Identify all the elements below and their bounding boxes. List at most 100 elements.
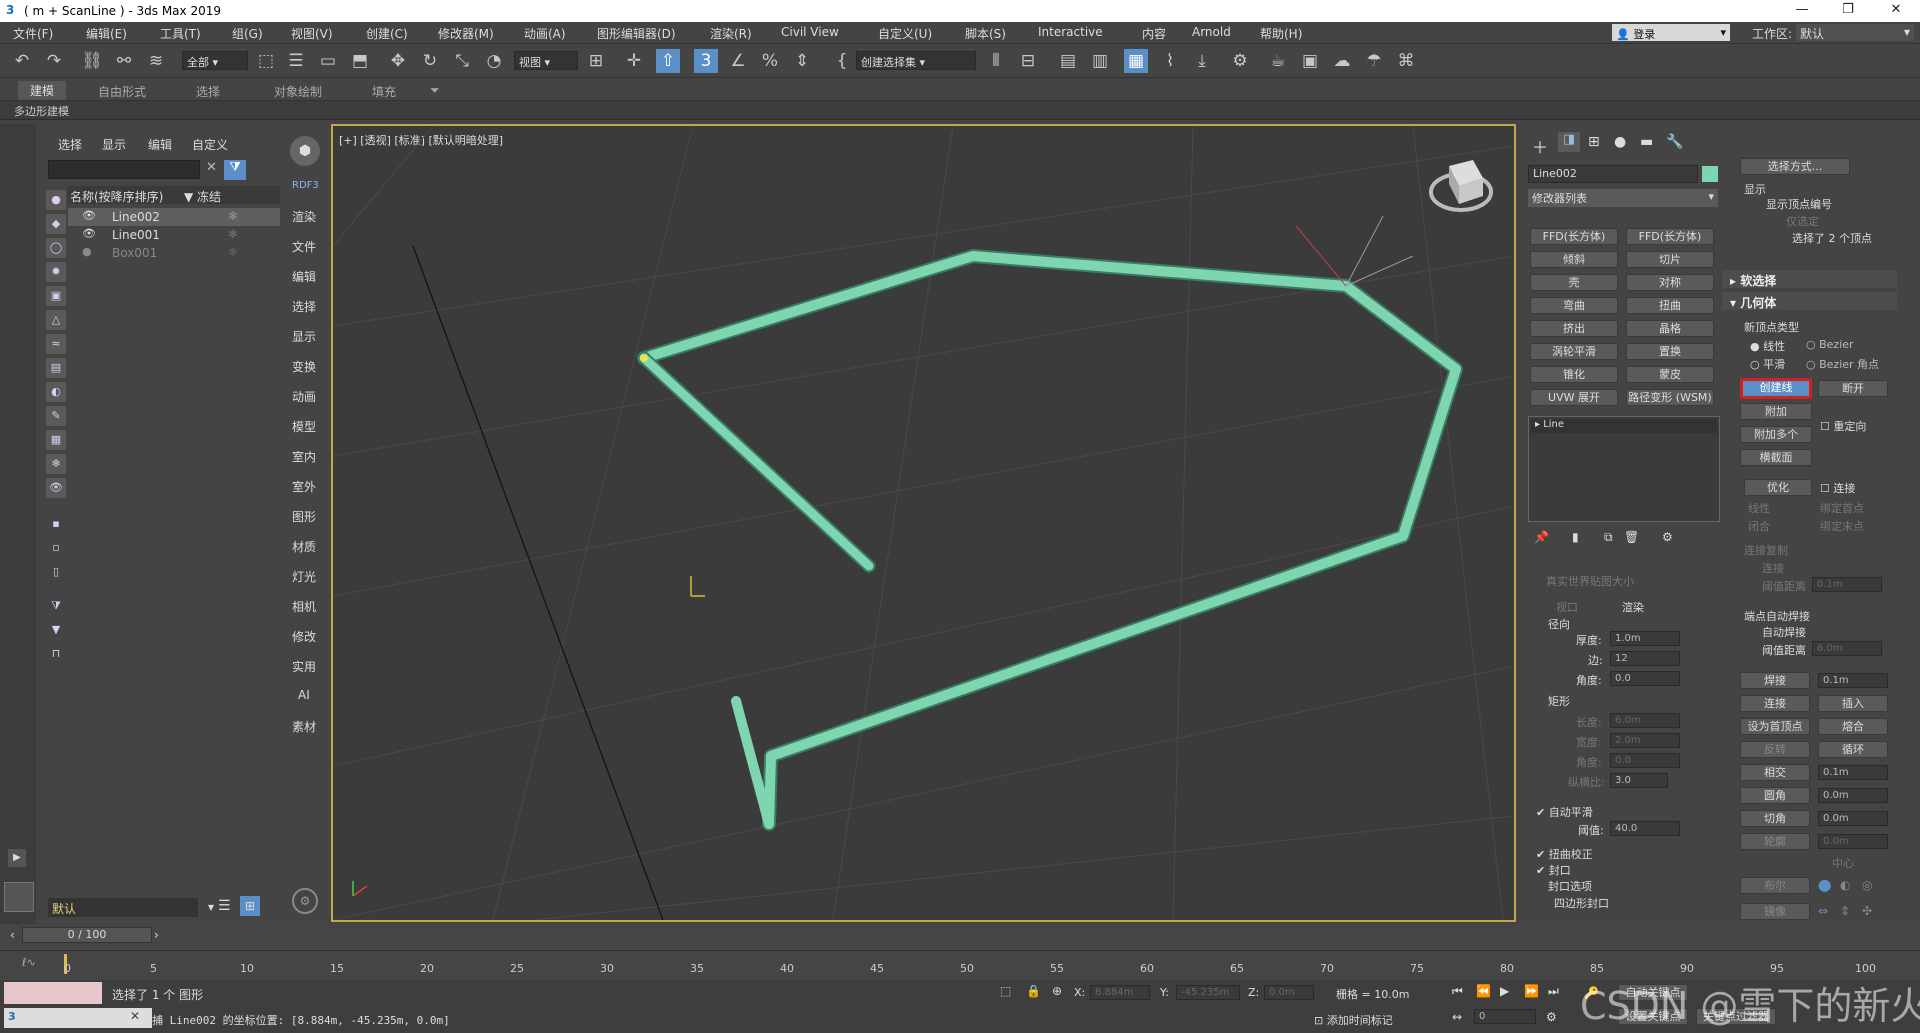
mirror-vertical-icon[interactable]: ⇕ xyxy=(1840,904,1850,918)
skin-button[interactable]: 蒙皮 xyxy=(1626,366,1714,383)
bind-first-checkbox[interactable]: 绑定首点 xyxy=(1820,500,1864,516)
cmd-material[interactable]: 材质 xyxy=(292,538,316,555)
rect-select-icon[interactable]: ▭ xyxy=(316,49,340,73)
layer-icon[interactable]: ▪ xyxy=(46,514,66,534)
ffd-box-button-1[interactable]: FFD(长方体) xyxy=(1530,228,1618,245)
cap-checkbox[interactable]: ✔ 封口 xyxy=(1536,862,1571,878)
absolute-mode-icon[interactable]: ⊕ xyxy=(1052,984,1062,998)
menu-animation[interactable]: 动画(A) xyxy=(524,25,566,42)
restore-icon[interactable]: ❐ xyxy=(1836,2,1860,17)
menu-civil-view[interactable]: Civil View xyxy=(781,25,839,39)
smooth-radio[interactable]: ○ 平滑 xyxy=(1750,356,1785,372)
layer-explorer-icon[interactable]: ▤ xyxy=(1056,49,1080,73)
chamfer-input[interactable]: 0.0m xyxy=(1818,811,1888,826)
curve-editor-toggle-icon[interactable]: ℓ∿ xyxy=(22,956,36,969)
attach-multiple-button[interactable]: 附加多个 xyxy=(1740,426,1812,443)
eye-icon[interactable]: 👁 xyxy=(82,209,96,222)
rendered-frame-icon[interactable]: ☕ xyxy=(1266,49,1290,73)
angle-snap-icon[interactable]: ∠ xyxy=(726,49,750,73)
add-time-tag[interactable]: ⊡ 添加时间标记 xyxy=(1314,1012,1393,1028)
isolate-selection-icon[interactable]: ⬚ xyxy=(1000,984,1011,998)
cmd-ai[interactable]: AI xyxy=(298,688,310,702)
cmd-camera[interactable]: 相机 xyxy=(292,598,316,615)
play-icon[interactable]: ▶ xyxy=(8,849,26,867)
menu-interactive[interactable]: Interactive xyxy=(1038,25,1103,39)
motion-tab-icon[interactable]: ● xyxy=(1614,134,1626,150)
redo-icon[interactable]: ↷ xyxy=(42,49,66,73)
ribbon-options-icon[interactable]: ⏷ xyxy=(430,83,440,98)
viewport-radio[interactable]: 视口 xyxy=(1556,599,1578,615)
snap-toggle-icon[interactable]: 3 xyxy=(694,49,718,73)
configure-sets-icon[interactable]: ⚙ xyxy=(1662,530,1673,544)
create-line-button[interactable]: 创建线 xyxy=(1740,378,1812,399)
undo-icon[interactable]: ↶ xyxy=(10,49,34,73)
attach-button[interactable]: 附加 xyxy=(1740,403,1812,420)
display-bones-icon[interactable]: ✎ xyxy=(46,406,66,426)
render-setup-icon[interactable]: ⚙ xyxy=(1228,49,1252,73)
selected-only-checkbox[interactable]: 仅选定 xyxy=(1786,213,1819,229)
weld-input[interactable]: 0.1m xyxy=(1818,673,1888,688)
display-shapes-icon[interactable]: ◯ xyxy=(46,238,66,258)
slice-button[interactable]: 切片 xyxy=(1626,251,1714,268)
settings-gear-icon[interactable]: ⚙ xyxy=(292,888,318,914)
select-object-icon[interactable]: ⬚ xyxy=(254,49,278,73)
auto-weld-checkbox[interactable]: 自动焊接 xyxy=(1762,624,1806,640)
auto-smooth-checkbox[interactable]: ✔ 自动平滑 xyxy=(1536,804,1593,820)
menu-scripting[interactable]: 脚本(S) xyxy=(965,25,1006,42)
menu-customize[interactable]: 自定义(U) xyxy=(878,25,932,42)
connect-button[interactable]: 连接 xyxy=(1740,695,1810,712)
menu-arnold[interactable]: Arnold xyxy=(1192,25,1231,39)
prev-frame-icon[interactable]: ‹ xyxy=(10,928,15,942)
shell-button[interactable]: 壳 xyxy=(1530,274,1618,291)
select-by-name-icon[interactable]: ☰ xyxy=(284,49,308,73)
mirror-horizontal-icon[interactable]: ⇔ xyxy=(1818,904,1828,918)
cmd-modify[interactable]: 修改 xyxy=(292,628,316,645)
edit-named-sel-icon[interactable]: { xyxy=(830,49,854,73)
connect-threshold-input[interactable]: 0.1m xyxy=(1812,577,1882,592)
linear-radio[interactable]: ● 线性 xyxy=(1750,338,1785,354)
previous-key-icon[interactable]: ⏪ xyxy=(1476,984,1491,998)
weld-button[interactable]: 焊接 xyxy=(1740,672,1810,689)
soft-selection-rollout[interactable]: ▸ 软选择 xyxy=(1722,270,1897,288)
unlink-icon[interactable]: ⚯ xyxy=(112,49,136,73)
extrude-button[interactable]: 挤出 xyxy=(1530,320,1618,337)
insert-button[interactable]: 插入 xyxy=(1818,695,1888,712)
menu-group[interactable]: 组(G) xyxy=(232,25,263,42)
next-key-icon[interactable]: ⏩ xyxy=(1524,984,1539,998)
object-name-field[interactable]: Line002 xyxy=(1528,165,1698,183)
render-iterative-icon[interactable]: ☁ xyxy=(1330,49,1354,73)
cross-section-button[interactable]: 横截面 xyxy=(1740,449,1812,466)
cmd-render[interactable]: 渲染 xyxy=(292,208,316,225)
freeze-icon[interactable]: ❄ xyxy=(228,209,238,223)
cross-insert-button[interactable]: 相交 xyxy=(1740,764,1810,781)
cube-logo-icon[interactable]: ⬢ xyxy=(290,136,320,166)
make-first-button[interactable]: 设为首顶点 xyxy=(1740,718,1810,735)
uvw-unwrap-button[interactable]: UVW 展开 xyxy=(1530,389,1618,406)
lattice-button[interactable]: 晶格 xyxy=(1626,320,1714,337)
doc-icon[interactable]: ▯ xyxy=(46,562,66,582)
x-coordinate-field[interactable]: 8.884m xyxy=(1090,985,1150,1000)
cmd-select[interactable]: 选择 xyxy=(292,298,316,315)
cmd-edit[interactable]: 编辑 xyxy=(292,268,316,285)
menu-view[interactable]: 视图(V) xyxy=(291,25,333,42)
twist-button[interactable]: 扭曲 xyxy=(1626,297,1714,314)
filter-funnel-icon[interactable]: ⧩ xyxy=(46,596,66,616)
selection-method-button[interactable]: 选择方式... xyxy=(1740,158,1850,175)
hierarchy-icon[interactable]: ⊞ xyxy=(240,896,260,916)
real-world-map-size-checkbox[interactable]: 真实世界贴图大小 xyxy=(1546,573,1634,589)
boolean-intersect-icon[interactable]: ◎ xyxy=(1862,878,1872,892)
curve-editor-icon[interactable]: ▦ xyxy=(1124,49,1148,73)
display-cameras-icon[interactable]: ▣ xyxy=(46,286,66,306)
script-mini-listener[interactable]: 3 ✕ xyxy=(4,1008,152,1028)
outline-input[interactable]: 0.0m xyxy=(1818,834,1888,849)
cmd-interior[interactable]: 室内 xyxy=(292,448,316,465)
render-online-icon[interactable]: ☂ xyxy=(1362,49,1386,73)
selection-lock-icon[interactable]: 🔒 xyxy=(1026,984,1041,998)
menu-file[interactable]: 文件(F) xyxy=(13,25,53,42)
eye-icon[interactable]: ● xyxy=(82,245,92,258)
display-containers-icon[interactable]: ▦ xyxy=(46,430,66,450)
perspective-viewport[interactable]: [+] [透视] [标准] [默认明暗处理] xyxy=(331,124,1516,922)
freeze-icon[interactable]: ❄ xyxy=(228,227,238,241)
current-frame-field[interactable]: 0 xyxy=(1474,1009,1536,1024)
boolean-button[interactable]: 布尔 xyxy=(1740,877,1810,894)
